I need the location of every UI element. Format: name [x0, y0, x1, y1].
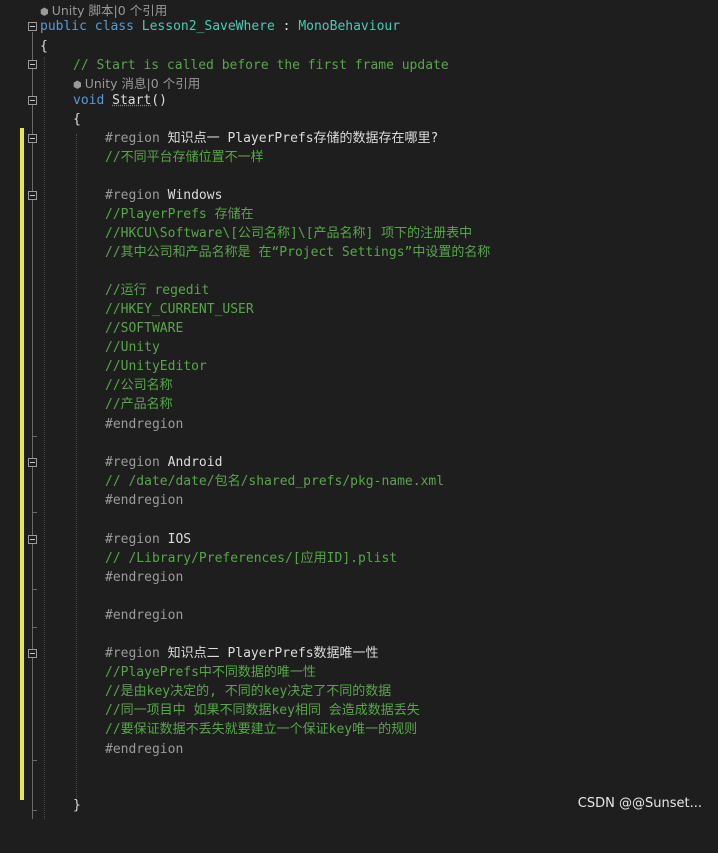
keyword: public: [40, 19, 87, 34]
code-line[interactable]: //要保证数据不丢失就要建立一个保证key唯一的规则: [0, 720, 718, 739]
code-line[interactable]: //公司名称: [0, 376, 718, 395]
code-line[interactable]: //HKCU\Software\[公司名称]\[产品名称] 项下的注册表中: [0, 224, 718, 243]
code-line[interactable]: // /date/date/包名/shared_prefs/pkg-name.x…: [0, 472, 718, 491]
fold-end-tick: [32, 512, 37, 513]
code-line[interactable]: //PlayePrefs中不同数据的唯一性: [0, 663, 718, 682]
code-line-region[interactable]: #region IOS: [0, 530, 718, 549]
code-line[interactable]: // /Library/Preferences/[应用ID].plist: [0, 549, 718, 568]
base-class: MonoBehaviour: [298, 19, 401, 34]
code-line[interactable]: //是由key决定的, 不同的key决定了不同的数据: [0, 682, 718, 701]
keyword: void: [73, 93, 105, 108]
code-line[interactable]: //同一项目中 如果不同数据key相同 会造成数据丢失: [0, 701, 718, 720]
code-line[interactable]: //运行 regedit: [0, 281, 718, 300]
method-name: Start: [112, 93, 152, 108]
code-editor[interactable]: ⬢ Unity 脚本|0 个引用 public class Lesson2_Sav…: [0, 0, 718, 819]
code-line-region[interactable]: #region Android: [0, 453, 718, 472]
code-line[interactable]: //产品名称: [0, 395, 718, 414]
code-line[interactable]: //其中公司和产品名称是 在“Project Settings”中设置的名称: [0, 243, 718, 262]
code-line[interactable]: //不同平台存储位置不一样: [0, 148, 718, 167]
code-line[interactable]: {: [0, 37, 718, 56]
code-line-region[interactable]: #region 知识点二 PlayerPrefs数据唯一性: [0, 644, 718, 663]
code-line[interactable]: // Start is called before the first fram…: [0, 56, 718, 75]
code-line-endregion[interactable]: #endregion: [0, 606, 718, 625]
fold-end-tick: [32, 760, 37, 761]
code-line-region[interactable]: #region 知识点一 PlayerPrefs存储的数据存在哪里?: [0, 129, 718, 148]
watermark: CSDN @@Sunset...: [577, 796, 702, 811]
code-line-endregion[interactable]: #endregion: [0, 740, 718, 759]
code-line[interactable]: //UnityEditor: [0, 357, 718, 376]
code-line-endregion[interactable]: #endregion: [0, 415, 718, 434]
keyword: class: [94, 19, 134, 34]
code-line-method-decl[interactable]: void Start(): [0, 91, 718, 110]
fold-end-tick: [32, 589, 37, 590]
code-line-endregion[interactable]: #endregion: [0, 568, 718, 587]
code-line-class-decl[interactable]: public class Lesson2_SaveWhere : MonoBeh…: [0, 17, 718, 36]
code-line-endregion[interactable]: #endregion: [0, 491, 718, 510]
code-line-region[interactable]: #region Windows: [0, 186, 718, 205]
code-line[interactable]: {: [0, 110, 718, 129]
code-line[interactable]: //SOFTWARE: [0, 319, 718, 338]
unity-cube-icon: ⬢: [73, 80, 82, 91]
class-name: Lesson2_SaveWhere: [141, 19, 275, 34]
code-line[interactable]: //HKEY_CURRENT_USER: [0, 300, 718, 319]
code-line[interactable]: //PlayerPrefs 存储在: [0, 205, 718, 224]
fold-end-tick: [32, 436, 37, 437]
fold-end-tick: [32, 627, 37, 628]
code-line[interactable]: //Unity: [0, 338, 718, 357]
